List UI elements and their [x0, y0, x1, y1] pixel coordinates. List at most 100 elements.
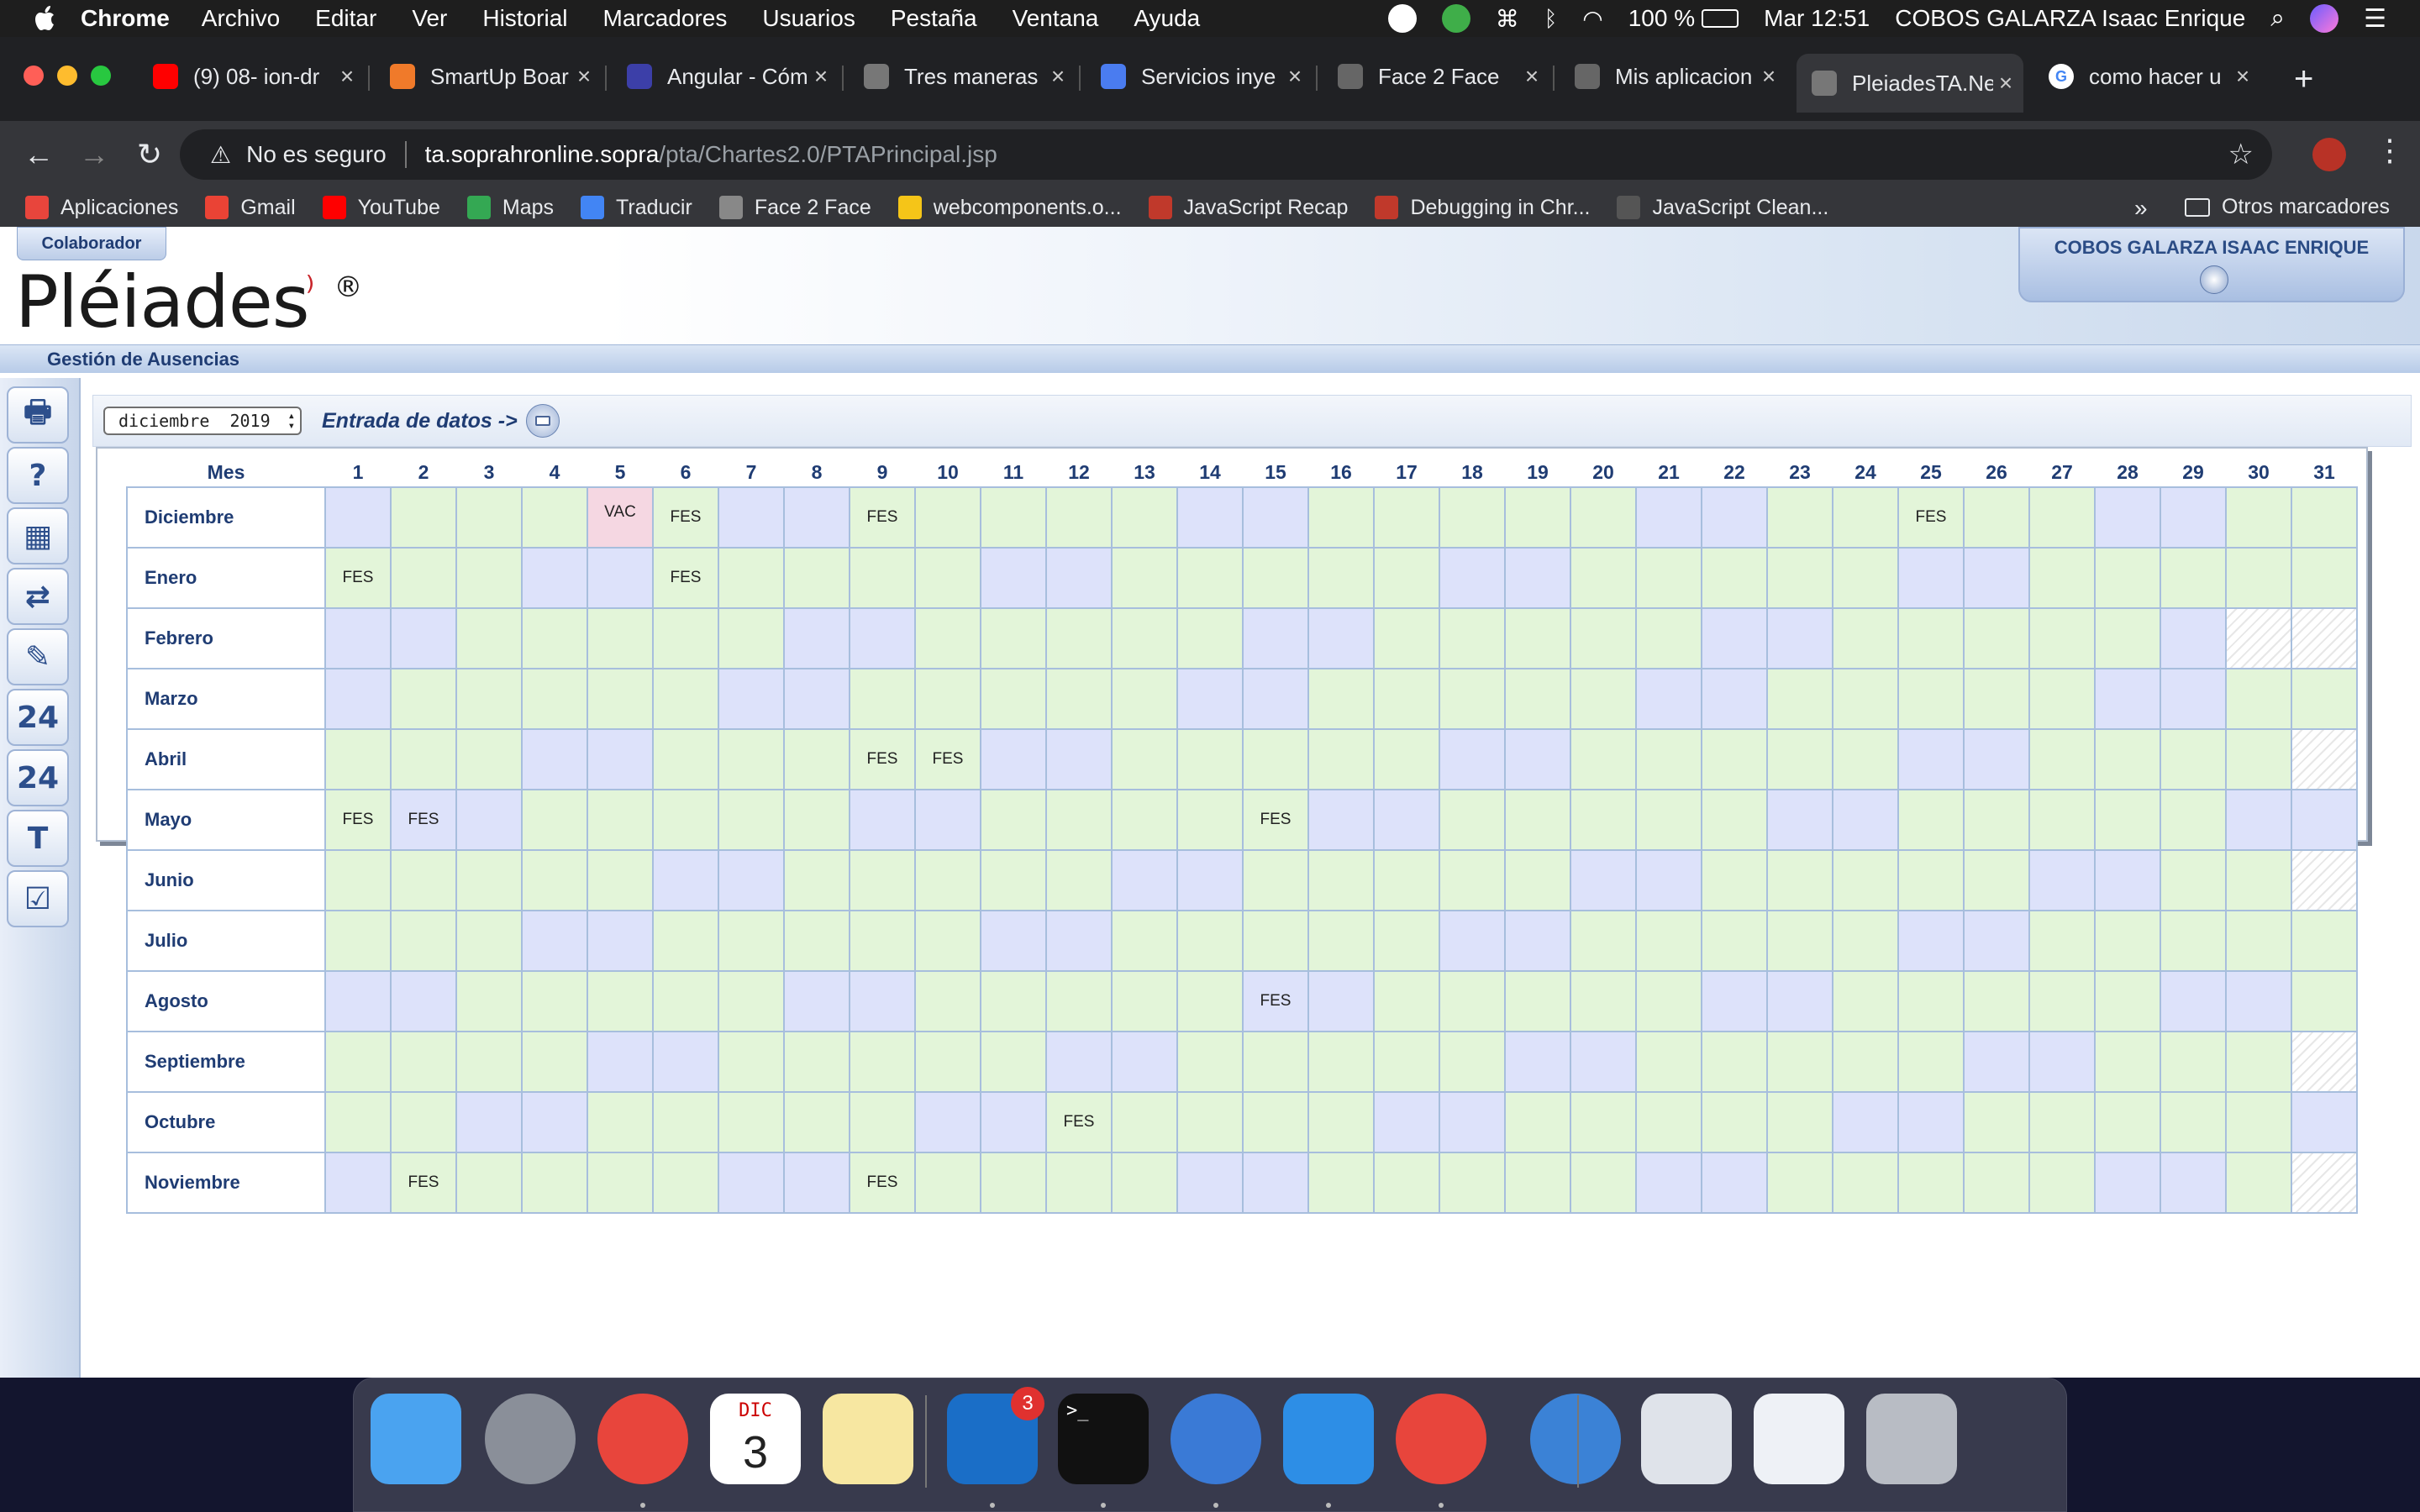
- address-bar[interactable]: ⚠ No es seguro ta.soprahronline.sopra /p…: [180, 129, 2272, 180]
- day-cell[interactable]: [2028, 1031, 2096, 1093]
- day-cell[interactable]: [587, 849, 654, 911]
- siri-icon[interactable]: [2310, 4, 2339, 33]
- day-cell[interactable]: FES: [849, 486, 916, 549]
- day-cell[interactable]: [652, 1152, 719, 1214]
- day-cell[interactable]: [1570, 910, 1637, 972]
- day-cell[interactable]: [1242, 1031, 1309, 1093]
- day-cell[interactable]: [980, 1031, 1047, 1093]
- day-cell[interactable]: [2160, 547, 2227, 609]
- day-cell[interactable]: [718, 486, 785, 549]
- other-bookmarks-folder[interactable]: Otros marcadores: [2185, 195, 2390, 219]
- day-cell[interactable]: [455, 1091, 523, 1153]
- sidebar-checklist-button[interactable]: ☑: [7, 870, 69, 927]
- day-cell[interactable]: [1766, 668, 1833, 730]
- notification-center-icon[interactable]: ☰: [2364, 4, 2386, 34]
- clock[interactable]: Mar 12:51: [1764, 5, 1870, 32]
- day-cell[interactable]: [1504, 486, 1571, 549]
- day-cell[interactable]: [2094, 547, 2161, 609]
- day-cell[interactable]: FES: [390, 789, 457, 851]
- day-cell[interactable]: [1111, 789, 1178, 851]
- day-cell[interactable]: [1897, 1152, 1965, 1214]
- day-cell[interactable]: [980, 789, 1047, 851]
- day-cell[interactable]: [1897, 910, 1965, 972]
- outlook-icon[interactable]: 3: [947, 1387, 1044, 1484]
- day-cell[interactable]: [1963, 607, 2030, 669]
- day-cell[interactable]: [2225, 970, 2292, 1032]
- day-cell[interactable]: [521, 1152, 588, 1214]
- sidebar-transfer-button[interactable]: ⇄: [7, 568, 69, 625]
- day-cell[interactable]: [1570, 1031, 1637, 1093]
- day-cell[interactable]: [1897, 1091, 1965, 1153]
- day-cell[interactable]: [652, 728, 719, 790]
- day-cell[interactable]: [390, 486, 457, 549]
- day-cell[interactable]: [980, 668, 1047, 730]
- day-cell[interactable]: [1963, 1031, 2030, 1093]
- day-cell[interactable]: [324, 970, 392, 1032]
- day-cell[interactable]: [1373, 970, 1440, 1032]
- day-cell[interactable]: FES: [1242, 789, 1309, 851]
- day-cell[interactable]: [2028, 849, 2096, 911]
- day-cell[interactable]: [324, 607, 392, 669]
- day-cell[interactable]: [455, 547, 523, 609]
- day-cell[interactable]: [980, 547, 1047, 609]
- day-cell[interactable]: [455, 849, 523, 911]
- day-cell[interactable]: [455, 486, 523, 549]
- day-cell[interactable]: [324, 486, 392, 549]
- day-cell[interactable]: [1242, 607, 1309, 669]
- day-cell[interactable]: [652, 668, 719, 730]
- day-cell[interactable]: [1176, 547, 1244, 609]
- day-cell[interactable]: [2225, 668, 2292, 730]
- bookmark-item[interactable]: Aplicaciones: [25, 196, 178, 220]
- day-cell[interactable]: [914, 607, 981, 669]
- day-cell[interactable]: [783, 849, 850, 911]
- day-cell[interactable]: [718, 849, 785, 911]
- bookmark-item[interactable]: Debugging in Chr...: [1375, 196, 1590, 220]
- day-cell[interactable]: [1701, 668, 1768, 730]
- menubar-user[interactable]: COBOS GALARZA Isaac Enrique: [1895, 5, 2245, 32]
- day-cell[interactable]: FES: [849, 728, 916, 790]
- day-cell[interactable]: [1701, 970, 1768, 1032]
- day-cell[interactable]: [1504, 849, 1571, 911]
- tab-6[interactable]: Face 2 Face ×: [1323, 54, 1549, 99]
- day-cell[interactable]: [2291, 486, 2358, 549]
- day-cell[interactable]: [324, 668, 392, 730]
- day-cell[interactable]: [849, 970, 916, 1032]
- day-cell[interactable]: [1176, 789, 1244, 851]
- day-cell[interactable]: [1307, 970, 1375, 1032]
- day-cell[interactable]: [1439, 668, 1506, 730]
- status-app-icon[interactable]: [1387, 4, 1417, 33]
- day-cell[interactable]: [324, 728, 392, 790]
- day-cell[interactable]: [1439, 789, 1506, 851]
- day-cell[interactable]: [2028, 547, 2096, 609]
- day-cell[interactable]: [2094, 1091, 2161, 1153]
- day-cell[interactable]: [587, 668, 654, 730]
- day-cell[interactable]: [849, 1031, 916, 1093]
- day-cell[interactable]: [980, 910, 1047, 972]
- day-cell[interactable]: [1111, 1152, 1178, 1214]
- day-cell[interactable]: [980, 607, 1047, 669]
- day-cell[interactable]: [2028, 1152, 2096, 1214]
- day-cell[interactable]: [783, 547, 850, 609]
- day-cell[interactable]: [2160, 607, 2227, 669]
- day-cell[interactable]: [1766, 970, 1833, 1032]
- day-cell[interactable]: [587, 728, 654, 790]
- day-cell[interactable]: FES: [652, 486, 719, 549]
- logout-icon[interactable]: [2200, 265, 2228, 294]
- sidebar-help-button[interactable]: ?: [7, 447, 69, 504]
- day-cell[interactable]: [1635, 1152, 1702, 1214]
- tab-8[interactable]: PleiadesTA.Ne ×: [1797, 54, 2023, 113]
- day-cell[interactable]: [1242, 668, 1309, 730]
- day-cell[interactable]: FES: [1897, 486, 1965, 549]
- bookmark-item[interactable]: Maps: [466, 196, 554, 220]
- day-cell[interactable]: [587, 970, 654, 1032]
- day-cell[interactable]: FES: [652, 547, 719, 609]
- day-cell[interactable]: [1766, 1031, 1833, 1093]
- tab-9[interactable]: Gcomo hacer u ×: [2033, 54, 2260, 99]
- day-cell[interactable]: [1701, 607, 1768, 669]
- day-cell[interactable]: [1635, 789, 1702, 851]
- day-cell[interactable]: [2094, 849, 2161, 911]
- day-cell[interactable]: [1176, 849, 1244, 911]
- day-cell[interactable]: VAC: [587, 486, 654, 549]
- day-cell[interactable]: [455, 910, 523, 972]
- day-cell[interactable]: [1045, 607, 1113, 669]
